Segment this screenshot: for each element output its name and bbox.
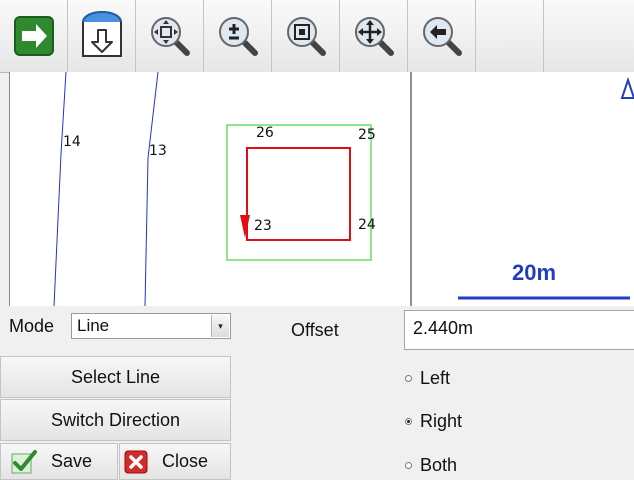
close-button-label: Close <box>162 451 209 471</box>
survey-line-13 <box>144 72 159 306</box>
toolbar-spacer-2 <box>544 0 634 72</box>
next-button[interactable] <box>0 0 68 72</box>
zoom-previous-button[interactable] <box>408 0 476 72</box>
checkmark-icon <box>11 449 37 473</box>
point-label: 13 <box>149 143 167 159</box>
zoom-window-button[interactable] <box>272 0 340 72</box>
survey-line-14 <box>53 72 67 306</box>
chevron-down-icon[interactable]: ▾ <box>211 315 229 337</box>
mode-label: Mode <box>9 316 55 336</box>
north-arrow-icon <box>620 76 634 99</box>
offset-field-value: 2.440m <box>413 318 474 338</box>
radio-left[interactable]: Left <box>405 368 450 389</box>
zoom-in-out-icon <box>218 17 258 56</box>
zoom-in-out-button[interactable] <box>204 0 272 72</box>
select-line-button[interactable]: Select Line <box>0 356 231 398</box>
toolbar <box>0 0 634 73</box>
pan-button[interactable] <box>340 0 408 72</box>
map-canvas[interactable]: 14 13 26 25 23 24 20m <box>9 72 634 306</box>
save-button[interactable]: Save <box>0 443 118 480</box>
import-download-icon <box>81 11 122 57</box>
radio-button-selected-icon[interactable] <box>405 418 412 425</box>
zoom-previous-icon <box>422 17 462 56</box>
mode-select-value: Line <box>77 316 110 335</box>
pan-icon <box>354 17 394 56</box>
radio-both-label: Both <box>420 455 458 475</box>
direction-arrow <box>240 215 250 238</box>
switch-direction-button[interactable]: Switch Direction <box>0 399 231 441</box>
zoom-extents-icon <box>150 17 190 56</box>
point-label: 26 <box>256 125 274 141</box>
scale-bar-label: 20m <box>512 260 557 285</box>
import-button[interactable] <box>68 0 136 72</box>
point-label: 23 <box>254 218 272 234</box>
point-label: 14 <box>63 134 81 150</box>
close-icon <box>124 450 148 473</box>
radio-left-label: Left <box>420 368 451 388</box>
zoom-extents-button[interactable] <box>136 0 204 72</box>
radio-right-label: Right <box>420 411 463 431</box>
point-label: 25 <box>358 127 376 143</box>
radio-button-icon[interactable] <box>405 462 412 469</box>
next-icon <box>13 16 54 56</box>
toolbar-spacer-1 <box>476 0 544 72</box>
close-button[interactable]: Close <box>119 443 231 480</box>
save-button-label: Save <box>51 451 93 471</box>
point-label: 24 <box>358 217 376 233</box>
offset-label: Offset <box>291 320 339 340</box>
radio-button-icon[interactable] <box>405 375 412 382</box>
radio-both[interactable]: Both <box>405 455 457 476</box>
radio-right[interactable]: Right <box>405 411 462 432</box>
zoom-window-icon <box>286 17 326 56</box>
offset-field[interactable]: 2.440m <box>404 310 634 350</box>
mode-select[interactable]: Line ▾ <box>71 313 231 339</box>
